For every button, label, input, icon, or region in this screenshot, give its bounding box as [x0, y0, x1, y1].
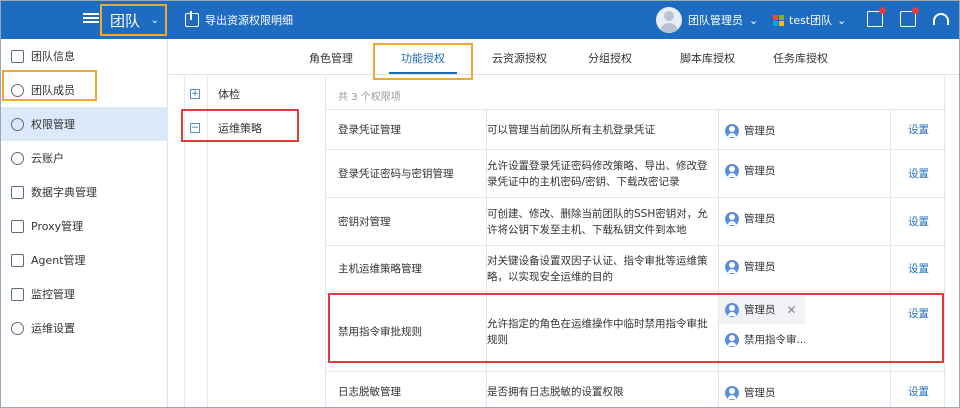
settings-link[interactable]: 设置	[890, 110, 946, 149]
role-chip: 管理员	[719, 257, 782, 277]
user-menu[interactable]: 团队管理员 ⌄	[656, 7, 758, 33]
sidebar-item-cloud-account[interactable]: 云账户	[1, 141, 168, 175]
export-icon	[185, 11, 199, 27]
settings-link[interactable]: 设置	[890, 198, 946, 245]
settings-link[interactable]: 设置	[890, 372, 946, 407]
sidebar-item-monitor[interactable]: 监控管理	[1, 277, 168, 311]
sidebar-item-label: 权限管理	[31, 118, 75, 131]
team-switcher[interactable]: 团队 ⌄	[100, 4, 167, 36]
role-chip: 管理员	[719, 121, 782, 141]
permission-name: 日志脱敏管理	[338, 385, 401, 398]
app-window: 团队 ⌄ 导出资源权限明细 团队管理员 ⌄ test团队 ⌄ 团队信息 团队成员…	[0, 0, 960, 408]
sidebar-item-team-info[interactable]: 团队信息	[1, 39, 168, 73]
chevron-down-icon: ⌄	[837, 13, 847, 27]
tree-item-health-check[interactable]: + 体检	[185, 77, 325, 111]
sidebar-item-label: Agent管理	[31, 254, 86, 267]
tree-highlight-box	[181, 109, 299, 142]
table-row: 日志脱敏管理 是否拥有日志脱敏的设置权限 管理员 设置	[326, 371, 946, 407]
permission-name: 密钥对管理	[338, 215, 391, 228]
sidebar-item-permissions[interactable]: 权限管理	[1, 107, 168, 141]
role-icon	[725, 386, 739, 400]
role-list: 管理员	[718, 198, 890, 245]
mail-icon[interactable]	[867, 7, 886, 27]
document-icon	[11, 49, 24, 63]
permission-count: 共 3 个权限项	[338, 92, 401, 103]
permission-name: 登录凭证管理	[338, 123, 401, 136]
sidebar-item-label: 团队信息	[31, 50, 75, 63]
headset-icon[interactable]	[933, 13, 949, 25]
permission-name: 登录凭证密码与密钥管理	[338, 167, 454, 180]
role-list: 管理员	[718, 372, 890, 407]
tab-highlight-box	[373, 43, 473, 80]
task-icon[interactable]	[900, 7, 919, 27]
user-gear-icon	[11, 117, 24, 131]
permission-name: 主机运维策略管理	[338, 262, 422, 275]
sidebar-item-label: Proxy管理	[31, 220, 84, 233]
top-bar: 团队 ⌄ 导出资源权限明细 团队管理员 ⌄ test团队 ⌄	[1, 1, 959, 39]
table-row: 主机运维策略管理 对关键设备设置双因子认证、指令审批等运维策略，以实现安全运维的…	[326, 245, 946, 291]
tenant-switcher[interactable]: test团队 ⌄	[773, 12, 846, 28]
export-permissions-link[interactable]: 导出资源权限明细	[185, 11, 293, 28]
permission-desc: 是否拥有日志脱敏的设置权限	[486, 372, 716, 407]
sidebar-item-label: 监控管理	[31, 288, 75, 301]
tenant-logo-icon	[773, 14, 784, 26]
permission-desc: 允许设置登录凭证密码修改策略、导出、修改登录凭证中的主机密码/密钥、下载改密记录	[486, 150, 716, 197]
settings-link[interactable]: 设置	[890, 246, 946, 291]
export-label: 导出资源权限明细	[205, 14, 293, 27]
book-icon	[11, 185, 24, 199]
table-row: 密钥对管理 可创建、修改、删除当前团队的SSH密钥对，允许将公钥下发至主机、下载…	[326, 197, 946, 245]
proxy-icon	[11, 219, 24, 233]
shield-gear-icon	[11, 321, 24, 335]
role-chip: 管理员	[719, 161, 782, 181]
role-icon	[725, 212, 739, 226]
role-icon	[725, 260, 739, 274]
monitor-icon	[11, 287, 24, 301]
tab-roles[interactable]: 角色管理	[309, 50, 353, 66]
sidebar-item-data-dictionary[interactable]: 数据字典管理	[1, 175, 168, 209]
row-highlight-box	[328, 293, 944, 363]
avatar	[656, 7, 682, 33]
expand-icon[interactable]: +	[190, 89, 200, 99]
role-chip: 管理员	[719, 383, 782, 403]
cloud-icon	[11, 151, 24, 165]
permission-desc: 可创建、修改、删除当前团队的SSH密钥对，允许将公钥下发至主机、下载私钥文件到本…	[486, 198, 716, 245]
user-name: 团队管理员	[688, 14, 743, 27]
role-icon	[725, 164, 739, 178]
sidebar-item-label: 云账户	[31, 152, 64, 165]
permission-desc: 对关键设备设置双因子认证、指令审批等运维策略，以实现安全运维的目的	[486, 246, 716, 291]
tenant-name: test团队	[789, 14, 833, 27]
role-list: 管理员	[718, 150, 890, 197]
tab-script-auth[interactable]: 脚本库授权	[680, 50, 735, 66]
role-chip: 管理员	[719, 209, 782, 229]
sidebar-item-label: 运维设置	[31, 322, 75, 335]
team-label: 团队	[110, 11, 141, 30]
sidebar-item-label: 数据字典管理	[31, 186, 97, 199]
tab-task-auth[interactable]: 任务库授权	[773, 50, 828, 66]
sidebar-item-proxy[interactable]: Proxy管理	[1, 209, 168, 243]
tab-bar: 角色管理 功能授权 云资源授权 分组授权 脚本库授权 任务库授权	[169, 39, 959, 75]
table-row: 登录凭证管理 可以管理当前团队所有主机登录凭证 管理员 设置	[326, 109, 946, 149]
menu-icon[interactable]	[83, 11, 99, 27]
sidebar-item-ops-settings[interactable]: 运维设置	[1, 311, 168, 345]
tab-group-auth[interactable]: 分组授权	[588, 50, 632, 66]
settings-link[interactable]: 设置	[890, 150, 946, 197]
table-row: 登录凭证密码与密钥管理 允许设置登录凭证密码修改策略、导出、修改登录凭证中的主机…	[326, 149, 946, 197]
chevron-down-icon: ⌄	[150, 15, 159, 26]
role-list: 管理员	[718, 110, 890, 149]
tab-cloud-resource-auth[interactable]: 云资源授权	[492, 50, 547, 66]
sidebar-item-agent[interactable]: Agent管理	[1, 243, 168, 277]
role-icon	[725, 124, 739, 138]
sidebar-highlight-box	[2, 70, 97, 101]
tree-item-label: 体检	[218, 88, 240, 101]
agent-icon	[11, 253, 24, 267]
role-list: 管理员	[718, 246, 890, 291]
permission-desc: 可以管理当前团队所有主机登录凭证	[486, 110, 716, 149]
chevron-down-icon: ⌄	[749, 13, 759, 27]
